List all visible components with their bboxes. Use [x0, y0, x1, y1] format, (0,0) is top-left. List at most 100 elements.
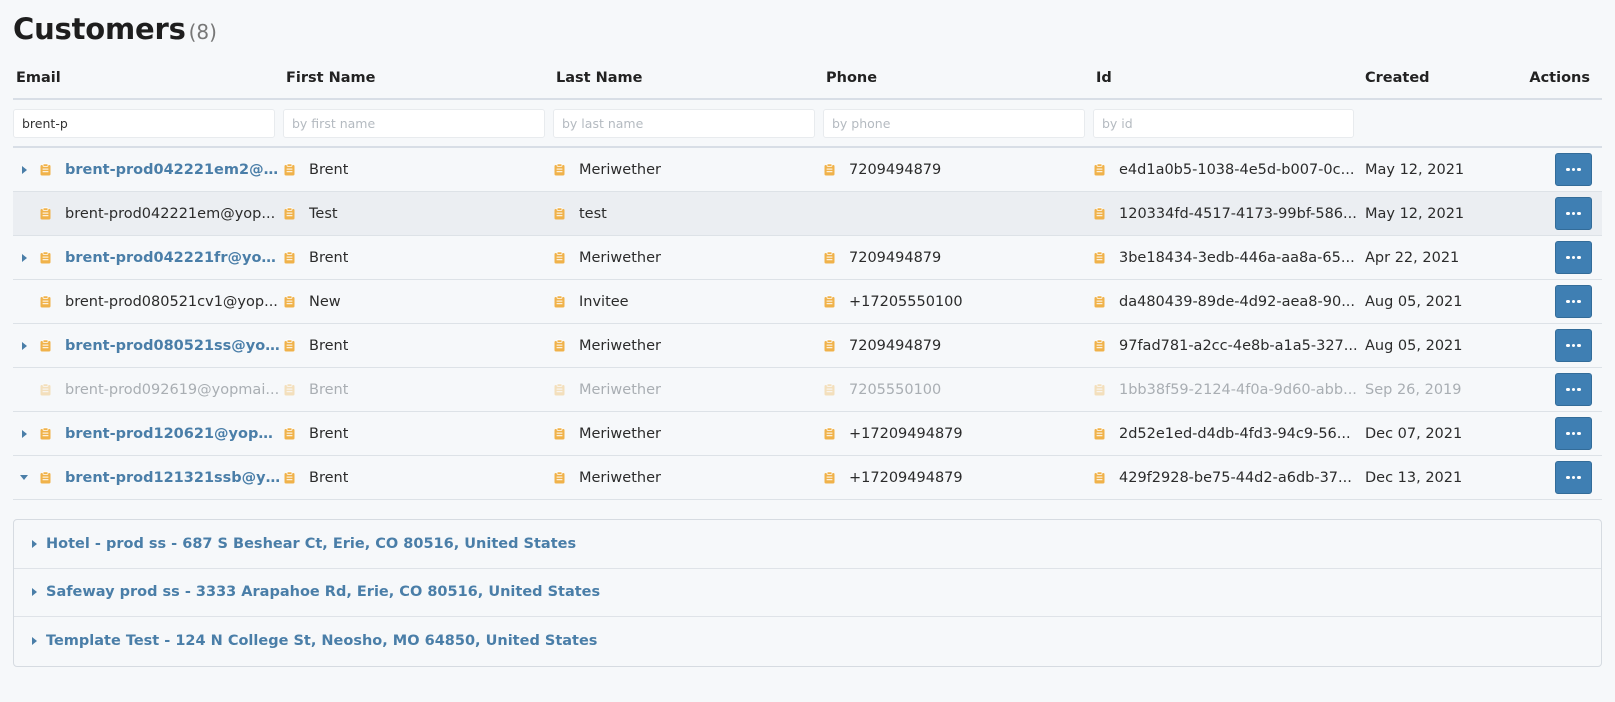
- clipboard-icon[interactable]: [1093, 163, 1106, 176]
- clipboard-icon[interactable]: [553, 427, 566, 440]
- clipboard-icon[interactable]: [283, 383, 296, 396]
- column-header-created[interactable]: Created: [1362, 70, 1508, 86]
- last-name-value: Meriwether: [579, 337, 661, 354]
- clipboard-icon[interactable]: [553, 207, 566, 220]
- email-value[interactable]: brent-prod042221fr@yop...: [65, 250, 283, 266]
- id-value: 97fad781-a2cc-4e8b-a1a5-327...: [1119, 337, 1358, 354]
- table-header: Email First Name Last Name Phone Id Crea…: [13, 58, 1602, 100]
- clipboard-icon[interactable]: [823, 339, 836, 352]
- table-row[interactable]: brent-prod121321ssb@yop... Brent Meriwethe…: [13, 456, 1602, 500]
- clipboard-icon[interactable]: [823, 251, 836, 264]
- clipboard-icon[interactable]: [283, 339, 296, 352]
- clipboard-icon[interactable]: [823, 295, 836, 308]
- clipboard-icon[interactable]: [39, 163, 52, 176]
- expand-icon[interactable]: [21, 253, 27, 262]
- addresses-panel: Hotel - prod ss - 687 S Beshear Ct, Erie…: [13, 519, 1602, 667]
- table-row[interactable]: brent-prod080521cv1@yop... New Invitee +172…: [13, 280, 1602, 324]
- address-item[interactable]: Safeway prod ss - 3333 Arapahoe Rd, Erie…: [14, 569, 1601, 617]
- clipboard-icon[interactable]: [1093, 471, 1106, 484]
- more-icon: [1566, 387, 1581, 392]
- created-date: Dec 07, 2021: [1365, 425, 1463, 442]
- more-icon: [1566, 299, 1581, 304]
- clipboard-icon[interactable]: [39, 471, 52, 484]
- clipboard-icon[interactable]: [39, 383, 52, 396]
- row-actions-button[interactable]: [1555, 329, 1592, 362]
- expand-icon[interactable]: [21, 429, 27, 438]
- first-name-value: Test: [309, 205, 338, 222]
- last-name-filter-input[interactable]: [553, 108, 815, 138]
- customers-page: Customers (8) Email First Name Last Name…: [0, 0, 1615, 702]
- clipboard-icon[interactable]: [283, 163, 296, 176]
- phone-value: 7209494879: [849, 249, 942, 266]
- clipboard-icon[interactable]: [39, 339, 52, 352]
- clipboard-icon[interactable]: [1093, 427, 1106, 440]
- clipboard-icon[interactable]: [39, 427, 52, 440]
- clipboard-icon[interactable]: [39, 295, 52, 308]
- row-actions-button[interactable]: [1555, 417, 1592, 450]
- clipboard-icon[interactable]: [553, 251, 566, 264]
- collapse-icon[interactable]: [20, 475, 28, 480]
- table-row[interactable]: brent-prod080521ss@yop... Brent Meriwether…: [13, 324, 1602, 368]
- email-value[interactable]: brent-prod042221em2@yo...: [65, 162, 283, 178]
- email-value[interactable]: brent-prod080521ss@yop...: [65, 338, 283, 354]
- column-header-email[interactable]: Email: [13, 70, 283, 86]
- clipboard-icon[interactable]: [1093, 383, 1106, 396]
- column-header-first-name[interactable]: First Name: [283, 70, 553, 86]
- last-name-value: Meriwether: [579, 381, 661, 398]
- row-actions-button[interactable]: [1555, 373, 1592, 406]
- clipboard-icon[interactable]: [39, 251, 52, 264]
- clipboard-icon[interactable]: [553, 163, 566, 176]
- address-item[interactable]: Hotel - prod ss - 687 S Beshear Ct, Erie…: [14, 520, 1601, 569]
- clipboard-icon[interactable]: [1093, 339, 1106, 352]
- last-name-value: Invitee: [579, 293, 629, 310]
- id-filter-input[interactable]: [1093, 108, 1354, 138]
- row-actions-button[interactable]: [1555, 285, 1592, 318]
- clipboard-icon[interactable]: [553, 471, 566, 484]
- phone-filter-input[interactable]: [823, 108, 1085, 138]
- clipboard-icon[interactable]: [823, 471, 836, 484]
- column-header-phone[interactable]: Phone: [823, 70, 1093, 86]
- clipboard-icon[interactable]: [283, 295, 296, 308]
- more-icon: [1566, 431, 1581, 436]
- clipboard-icon[interactable]: [283, 427, 296, 440]
- phone-value: 7205550100: [849, 381, 942, 398]
- row-actions-button[interactable]: [1555, 461, 1592, 494]
- first-name-filter-input[interactable]: [283, 108, 545, 138]
- expand-icon[interactable]: [21, 341, 27, 350]
- table-row[interactable]: brent-prod042221fr@yop... Brent Meriwether…: [13, 236, 1602, 280]
- table-row[interactable]: brent-prod120621@yopmai... Brent Meriwethe…: [13, 412, 1602, 456]
- clipboard-icon[interactable]: [283, 207, 296, 220]
- created-date: May 12, 2021: [1365, 205, 1465, 222]
- clipboard-icon[interactable]: [283, 251, 296, 264]
- row-actions-button[interactable]: [1555, 153, 1592, 186]
- clipboard-icon[interactable]: [39, 207, 52, 220]
- table-row[interactable]: brent-prod092619@yopmai... Brent Meriwethe…: [13, 368, 1602, 412]
- address-item[interactable]: Template Test - 124 N College St, Neosho…: [14, 617, 1601, 666]
- address-label: Safeway prod ss - 3333 Arapahoe Rd, Erie…: [46, 584, 601, 601]
- email-value: brent-prod080521cv1@yop...: [65, 293, 278, 310]
- clipboard-icon[interactable]: [823, 163, 836, 176]
- clipboard-icon[interactable]: [1093, 207, 1106, 220]
- clipboard-icon[interactable]: [553, 339, 566, 352]
- clipboard-icon[interactable]: [1093, 251, 1106, 264]
- clipboard-icon[interactable]: [283, 471, 296, 484]
- expand-icon[interactable]: [21, 165, 27, 174]
- filter-row: [13, 100, 1602, 148]
- clipboard-icon[interactable]: [553, 295, 566, 308]
- clipboard-icon[interactable]: [823, 383, 836, 396]
- email-value[interactable]: brent-prod121321ssb@yop...: [65, 470, 283, 486]
- row-actions-button[interactable]: [1555, 241, 1592, 274]
- column-header-id[interactable]: Id: [1093, 70, 1362, 86]
- email-value[interactable]: brent-prod120621@yopmai...: [65, 426, 283, 442]
- column-header-last-name[interactable]: Last Name: [553, 70, 823, 86]
- table-row[interactable]: brent-prod042221em@yop... Test test 120334f…: [13, 192, 1602, 236]
- clipboard-icon[interactable]: [1093, 295, 1106, 308]
- chevron-right-icon: [32, 539, 37, 548]
- email-filter-input[interactable]: [13, 108, 275, 138]
- table-row[interactable]: brent-prod042221em2@yo... Brent Meriwether…: [13, 148, 1602, 192]
- clipboard-icon[interactable]: [823, 427, 836, 440]
- customer-count: (8): [188, 20, 217, 44]
- clipboard-icon[interactable]: [553, 383, 566, 396]
- row-actions-button[interactable]: [1555, 197, 1592, 230]
- phone-value: 7209494879: [849, 161, 942, 178]
